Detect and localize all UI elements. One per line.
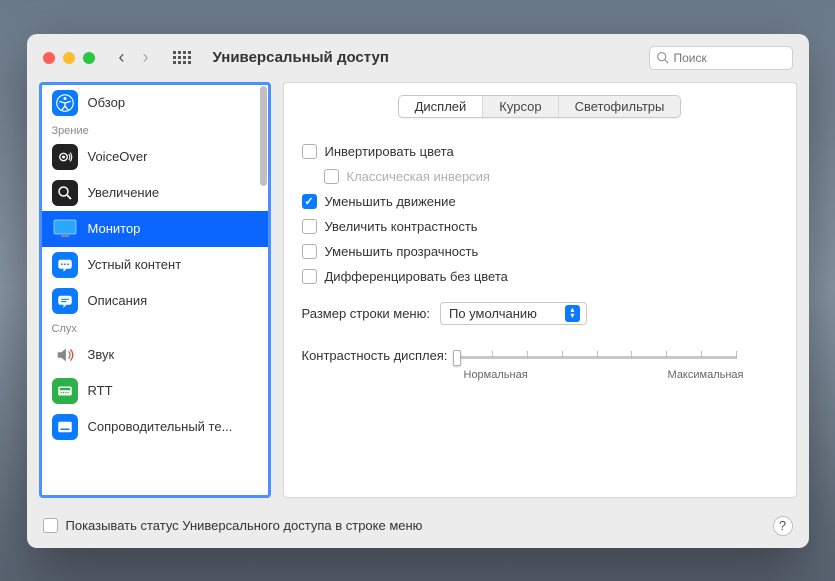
row-invert-colors: Инвертировать цвета [302, 144, 778, 159]
subtitles-icon [52, 414, 78, 440]
row-diff-without-color: Дифференцировать без цвета [302, 269, 778, 284]
back-button[interactable]: ‹ [119, 47, 125, 68]
segmented-control: Дисплей Курсор Светофильтры [398, 95, 682, 118]
sidebar: Обзор Зрение VoiceOver Увеличение Мон [39, 82, 271, 498]
sidebar-item-label: Монитор [88, 221, 141, 236]
checkbox-reduce-motion[interactable] [302, 194, 317, 209]
sidebar-item-overview[interactable]: Обзор [42, 85, 268, 121]
slider-display-contrast[interactable] [457, 347, 737, 367]
sidebar-item-zoom[interactable]: Увеличение [42, 175, 268, 211]
window-controls [43, 52, 95, 64]
label-invert: Инвертировать цвета [325, 144, 454, 159]
slider-min-label: Нормальная [464, 369, 528, 381]
slider-ticks [457, 351, 737, 359]
sidebar-item-sound[interactable]: Звук [42, 337, 268, 373]
checkbox-show-status[interactable] [43, 518, 58, 533]
row-increase-contrast: Увеличить контрастность [302, 219, 778, 234]
tab-display[interactable]: Дисплей [399, 96, 484, 117]
checkbox-invert[interactable] [302, 144, 317, 159]
sidebar-item-subtitles[interactable]: Сопроводительный те... [42, 409, 268, 445]
sound-icon [52, 342, 78, 368]
stepper-arrows-icon [565, 305, 580, 322]
slider-thumb[interactable] [453, 350, 461, 366]
sidebar-item-rtt[interactable]: RTT [42, 373, 268, 409]
sidebar-item-speech[interactable]: Устный контент [42, 247, 268, 283]
label-increase-contrast: Увеличить контрастность [325, 219, 478, 234]
label-classic-inversion: Классическая инверсия [347, 169, 490, 184]
label-menu-bar-size: Размер строки меню: [302, 306, 430, 321]
label-show-status: Показывать статус Универсального доступа… [66, 518, 423, 533]
rtt-icon [52, 378, 78, 404]
checkbox-diff-without-color[interactable] [302, 269, 317, 284]
sidebar-item-label: Обзор [88, 95, 126, 110]
label-reduce-motion: Уменьшить движение [325, 194, 456, 209]
window-title: Универсальный доступ [213, 49, 389, 66]
sidebar-item-descriptions[interactable]: Описания [42, 283, 268, 319]
sidebar-item-label: Сопроводительный те... [88, 419, 233, 434]
tab-filters[interactable]: Светофильтры [559, 96, 681, 117]
sidebar-item-monitor[interactable]: Монитор [42, 211, 268, 247]
sidebar-item-label: Устный контент [88, 257, 182, 272]
sidebar-section-vision: Зрение [42, 121, 268, 139]
titlebar: ‹ › Универсальный доступ [27, 34, 809, 82]
sidebar-item-label: VoiceOver [88, 149, 148, 164]
slider-labels: Нормальная Максимальная [464, 369, 744, 381]
row-classic-inversion: Классическая инверсия [324, 169, 778, 184]
search-input[interactable] [674, 51, 786, 65]
row-menu-bar-size: Размер строки меню: По умолчанию [302, 302, 778, 325]
monitor-icon [52, 216, 78, 242]
nav-arrows: ‹ › [119, 47, 149, 68]
footer: Показывать статус Универсального доступа… [27, 508, 809, 548]
label-diff-without-color: Дифференцировать без цвета [325, 269, 508, 284]
slider-max-label: Максимальная [668, 369, 744, 381]
label-display-contrast: Контрастность дисплея: [302, 348, 448, 363]
accessibility-icon [52, 90, 78, 116]
row-reduce-transparency: Уменьшить прозрачность [302, 244, 778, 259]
minimize-button[interactable] [63, 52, 75, 64]
zoom-icon [52, 180, 78, 206]
sidebar-item-label: Увеличение [88, 185, 160, 200]
forward-button[interactable]: › [143, 47, 149, 68]
row-display-contrast: Контрастность дисплея: Нормальная Максим… [302, 347, 778, 381]
checkbox-reduce-transparency[interactable] [302, 244, 317, 259]
search-field[interactable] [649, 46, 793, 70]
help-button[interactable]: ? [773, 516, 793, 536]
tab-cursor[interactable]: Курсор [483, 96, 558, 117]
sidebar-item-label: RTT [88, 383, 113, 398]
voiceover-icon [52, 144, 78, 170]
search-icon [656, 51, 669, 64]
sidebar-item-label: Описания [88, 293, 148, 308]
zoom-button[interactable] [83, 52, 95, 64]
close-button[interactable] [43, 52, 55, 64]
row-reduce-motion: Уменьшить движение [302, 194, 778, 209]
select-value: По умолчанию [449, 306, 537, 321]
content-pane: Дисплей Курсор Светофильтры Инвертироват… [283, 82, 797, 498]
checkbox-classic-inversion [324, 169, 339, 184]
sidebar-item-label: Звук [88, 347, 115, 362]
sidebar-item-voiceover[interactable]: VoiceOver [42, 139, 268, 175]
sidebar-section-hearing: Слух [42, 319, 268, 337]
label-reduce-transparency: Уменьшить прозрачность [325, 244, 479, 259]
show-all-icon[interactable] [173, 51, 191, 64]
select-menu-bar-size[interactable]: По умолчанию [440, 302, 587, 325]
checkbox-increase-contrast[interactable] [302, 219, 317, 234]
scrollbar[interactable] [260, 86, 267, 186]
preferences-window: ‹ › Универсальный доступ Обзор Зрение [27, 34, 809, 548]
descriptions-icon [52, 288, 78, 314]
speech-icon [52, 252, 78, 278]
